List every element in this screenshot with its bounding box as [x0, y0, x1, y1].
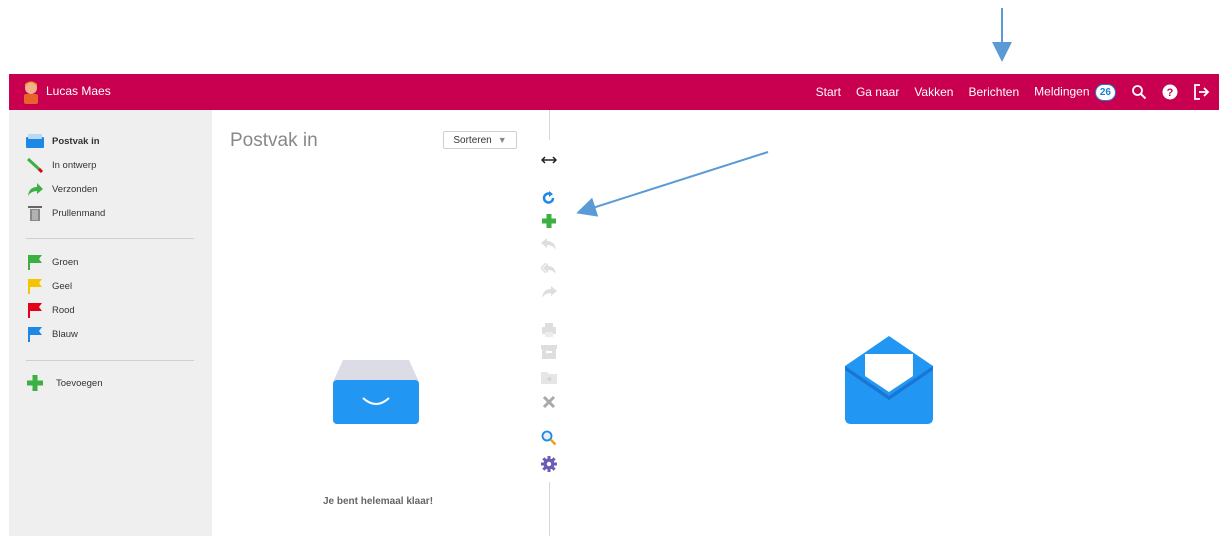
empty-state-message: Je bent helemaal klaar!	[322, 496, 434, 507]
reply-icon[interactable]	[539, 234, 559, 254]
sidebar-item-verzonden[interactable]: Verzonden	[26, 180, 97, 198]
refresh-icon[interactable]	[539, 188, 559, 208]
help-icon[interactable]: ?	[1162, 84, 1178, 100]
resize-handle-icon[interactable]	[539, 150, 559, 170]
sidebar-item-blauw[interactable]: Blauw	[26, 325, 78, 343]
nav-vakken[interactable]: Vakken	[914, 85, 953, 99]
red-flag-icon	[26, 302, 44, 318]
sidebar-item-toevoegen[interactable]: Toevoegen	[26, 374, 102, 392]
sidebar-item-in-ontwerp[interactable]: In ontwerp	[26, 156, 96, 174]
logout-icon[interactable]	[1193, 84, 1211, 100]
user-name[interactable]: Lucas Maes	[46, 84, 111, 98]
nav-start[interactable]: Start	[816, 85, 841, 99]
settings-gear-icon[interactable]	[539, 454, 559, 474]
sidebar-item-label: Geel	[52, 280, 73, 292]
sidebar-item-label: In ontwerp	[52, 159, 97, 171]
print-icon[interactable]	[539, 320, 559, 340]
svg-text:?: ?	[1167, 87, 1174, 99]
sidebar-item-label: Prullenmand	[52, 207, 106, 219]
sidebar-item-postvak-in[interactable]: Postvak in	[26, 132, 100, 150]
sidebar-item-groen[interactable]: Groen	[26, 253, 78, 271]
new-message-plus-icon[interactable]	[539, 211, 559, 231]
sidebar-item-geel[interactable]: Geel	[26, 277, 72, 295]
search-icon[interactable]	[1131, 84, 1147, 100]
sidebar-item-rood[interactable]: Rood	[26, 301, 75, 319]
message-toolbar	[535, 110, 563, 536]
add-plus-icon	[26, 375, 44, 391]
forward-icon[interactable]	[539, 282, 559, 302]
divider-line	[549, 110, 550, 140]
nav-meldingen[interactable]: Meldingen 26	[1034, 83, 1116, 101]
sidebar-item-label: Verzonden	[52, 183, 98, 195]
chevron-down-icon: ▼	[497, 135, 507, 145]
pencil-icon	[26, 157, 44, 173]
avatar[interactable]	[21, 80, 41, 104]
open-envelope-illustration	[845, 336, 933, 429]
sort-button[interactable]: Sorteren ▼	[443, 131, 517, 149]
nav-ga-naar[interactable]: Ga naar	[856, 85, 899, 99]
sidebar-item-label: Toevoegen	[56, 377, 103, 389]
sidebar: Postvak in In ontwerp Verzonden Prullenm…	[9, 110, 212, 536]
empty-inbox-illustration	[333, 360, 419, 429]
blue-flag-icon	[26, 326, 44, 342]
nav-berichten[interactable]: Berichten	[968, 85, 1019, 99]
inbox-icon	[26, 133, 44, 149]
nav-meldingen-label: Meldingen	[1034, 84, 1090, 99]
yellow-flag-icon	[26, 278, 44, 294]
archive-icon[interactable]	[539, 342, 559, 362]
green-flag-icon	[26, 254, 44, 270]
divider-line	[549, 482, 550, 536]
trash-icon	[26, 205, 44, 221]
sent-arrow-icon	[26, 181, 44, 197]
sort-label: Sorteren	[453, 134, 492, 146]
message-list-pane: Postvak in Sorteren ▼ Je bent helemaal k…	[212, 110, 549, 536]
top-bar: Lucas Maes Start Ga naar Vakken Berichte…	[9, 74, 1219, 110]
delete-x-icon[interactable]	[539, 392, 559, 412]
sidebar-item-label: Groen	[52, 256, 79, 268]
reply-all-icon[interactable]	[539, 258, 559, 278]
sidebar-item-label: Blauw	[52, 328, 78, 340]
search-icon[interactable]	[539, 428, 559, 448]
notification-count-badge: 26	[1094, 83, 1116, 101]
sidebar-divider	[26, 360, 194, 361]
move-to-folder-icon[interactable]	[539, 367, 559, 387]
sidebar-item-label: Rood	[52, 304, 75, 316]
sidebar-item-label: Postvak in	[52, 135, 100, 147]
reading-pane	[563, 110, 1219, 536]
page-title: Postvak in	[230, 130, 318, 151]
top-nav: Start Ga naar Vakken Berichten Meldingen…	[816, 74, 1211, 110]
sidebar-item-prullenmand[interactable]: Prullenmand	[26, 204, 105, 222]
sidebar-divider	[26, 238, 194, 239]
